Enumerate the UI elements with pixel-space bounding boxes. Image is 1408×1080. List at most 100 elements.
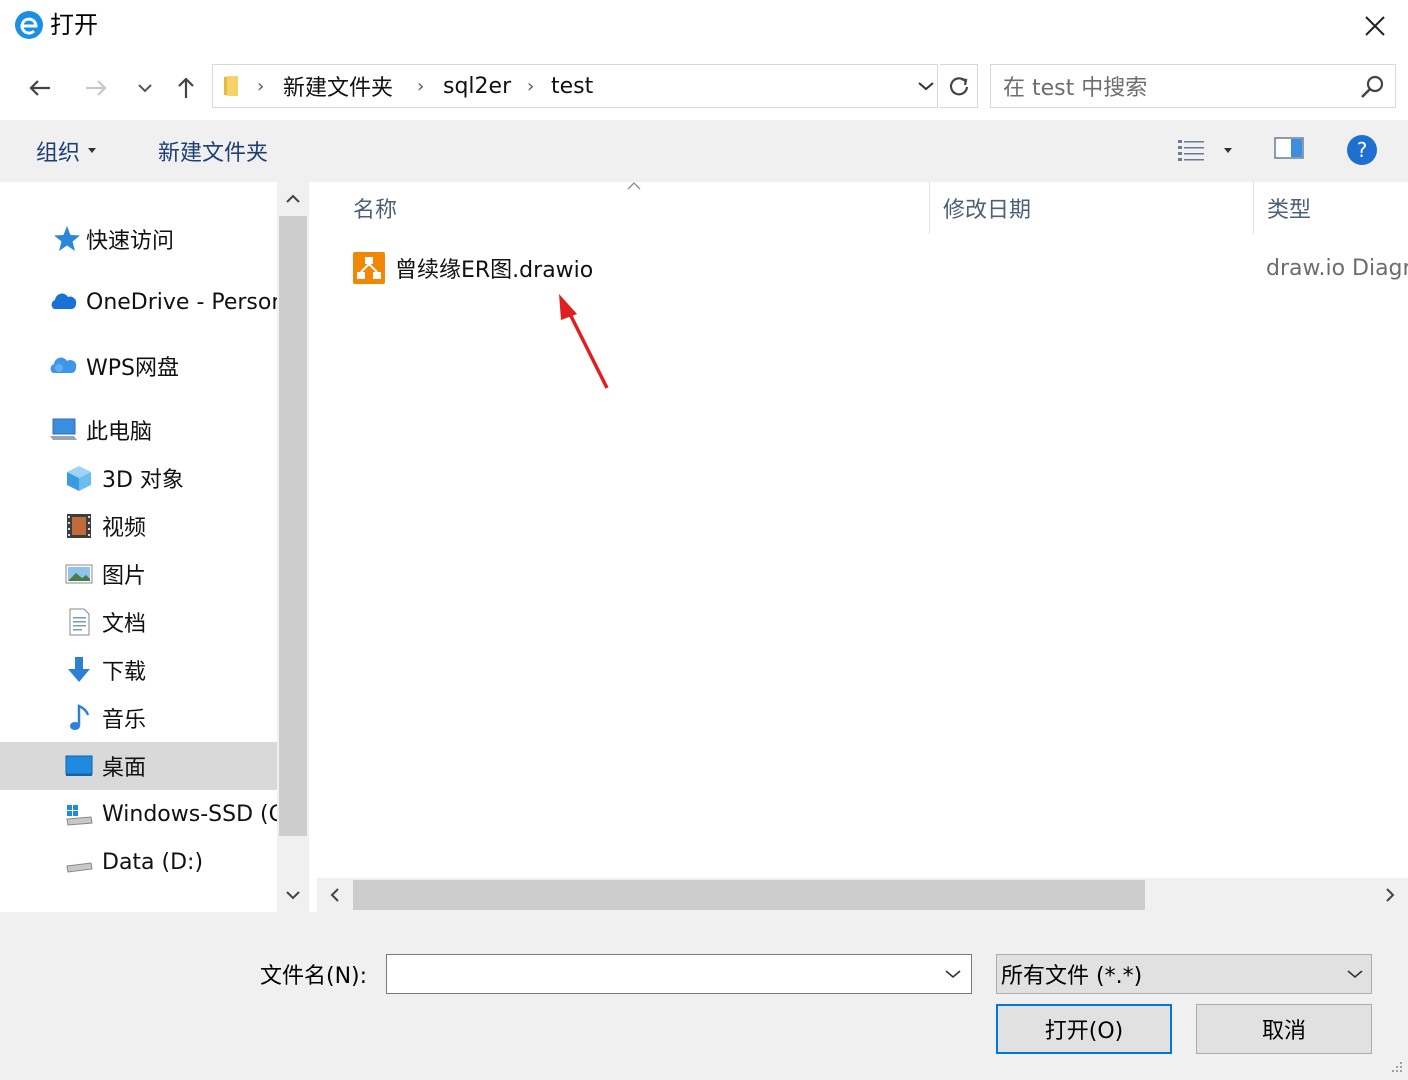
sort-ascending-icon (627, 182, 641, 190)
sidebar-item-drive-d[interactable]: Data (D:) (0, 838, 277, 886)
search-input[interactable]: 在 test 中搜索 (1003, 65, 1147, 107)
sidebar-item-this-pc[interactable]: 此电脑 (0, 406, 277, 454)
resize-grip-icon[interactable] (1388, 1060, 1404, 1076)
filename-input[interactable] (386, 954, 972, 994)
wps-cloud-icon (50, 357, 77, 373)
chevron-down-icon (1347, 970, 1363, 979)
navigation-pane: 快速访问 OneDrive - Personal WPS网盘 此电脑 (0, 182, 277, 912)
scrollbar-thumb[interactable] (279, 216, 307, 836)
breadcrumb-separator: › (527, 75, 535, 97)
file-type-select[interactable]: 所有文件 (*.*) (996, 954, 1372, 994)
forward-button[interactable] (78, 66, 114, 110)
downloads-icon (68, 657, 90, 682)
sidebar-item-label: 图片 (102, 564, 147, 589)
help-button[interactable]: ? (1346, 134, 1378, 166)
drive-c-icon (66, 805, 93, 826)
chevron-left-icon (330, 888, 339, 902)
organize-menu[interactable]: 组织 (36, 120, 97, 182)
documents-icon (69, 608, 90, 636)
sidebar-item-documents[interactable]: 文档 (0, 598, 277, 646)
sidebar-item-label: 下载 (102, 660, 147, 685)
column-header-name[interactable]: 名称 (353, 182, 397, 234)
sidebar-item-drive-c[interactable]: Windows-SSD (C:) (0, 790, 277, 838)
file-name: 曾续缘ER图.drawio (395, 258, 594, 283)
pane-splitter[interactable] (309, 182, 317, 912)
sidebar-item-label: 快速访问 (86, 229, 175, 254)
sidebar-item-label: 桌面 (102, 756, 147, 781)
breadcrumb-item[interactable]: sql2er (443, 65, 511, 107)
address-dropdown-button[interactable] (914, 64, 938, 108)
sidebar-item-label: 文档 (102, 612, 147, 637)
sidebar-item-label: Data (D:) (102, 849, 204, 875)
column-divider[interactable] (1253, 182, 1254, 234)
organize-label: 组织 (36, 141, 81, 166)
sidebar-item-3d-objects[interactable]: 3D 对象 (0, 454, 277, 502)
sidebar-item-videos[interactable]: 视频 (0, 502, 277, 550)
folder-icon (224, 76, 238, 96)
breadcrumb-item[interactable]: 新建文件夹 (283, 65, 393, 107)
file-row[interactable]: 曾续缘ER图.drawio draw.io Diagram (353, 246, 1408, 290)
chevron-down-icon (138, 84, 152, 93)
chevron-right-icon (1386, 888, 1395, 902)
scroll-right-button[interactable] (1372, 878, 1408, 912)
arrow-left-icon (29, 80, 50, 96)
up-button[interactable] (170, 66, 202, 110)
back-button[interactable] (22, 66, 58, 110)
chevron-down-icon (918, 82, 934, 91)
onedrive-cloud-icon (51, 293, 77, 309)
sidebar-item-label: Windows-SSD (C:) (102, 801, 277, 827)
sidebar-item-music[interactable]: 音乐 (0, 694, 277, 742)
file-type-filter: 所有文件 (*.*) (1001, 964, 1143, 989)
sidebar-item-wps[interactable]: WPS网盘 (0, 342, 277, 390)
sidebar-item-label: 3D 对象 (102, 468, 184, 493)
breadcrumb-separator: › (257, 75, 265, 97)
filename-label: 文件名(N): (260, 964, 368, 989)
computer-icon (50, 418, 77, 440)
annotation-arrow (559, 294, 609, 389)
sidebar-item-desktop[interactable]: 桌面 (0, 742, 277, 790)
arrow-up-icon (178, 77, 194, 98)
file-list-horizontal-scrollbar[interactable] (317, 878, 1408, 912)
sidebar-item-quick-access[interactable]: 快速访问 (0, 215, 277, 263)
refresh-icon (949, 77, 968, 96)
desktop-icon (65, 755, 93, 776)
address-bar[interactable]: › 新建文件夹 › sql2er › test (212, 64, 938, 108)
preview-pane-button[interactable] (1274, 136, 1306, 166)
scroll-up-button[interactable] (277, 182, 309, 216)
sidebar-item-label: 此电脑 (86, 420, 153, 445)
scroll-down-button[interactable] (277, 878, 309, 912)
open-button[interactable]: 打开(O) (996, 1004, 1172, 1054)
sidebar-item-downloads[interactable]: 下载 (0, 646, 277, 694)
sidebar-item-onedrive[interactable]: OneDrive - Personal (0, 278, 277, 326)
pictures-icon (65, 564, 93, 584)
breadcrumb-item[interactable]: test (551, 65, 593, 107)
chevron-down-icon (286, 891, 300, 900)
view-options-button[interactable] (1176, 134, 1240, 168)
drive-d-icon (66, 862, 93, 873)
new-folder-button[interactable]: 新建文件夹 (158, 120, 268, 182)
cancel-button[interactable]: 取消 (1196, 1004, 1372, 1054)
details-view-icon (1178, 140, 1204, 161)
file-list: 名称 修改日期 类型 曾续缘ER图.drawio draw.io Diagram (317, 182, 1408, 912)
preview-pane-icon (1274, 137, 1304, 159)
navigation-scrollbar[interactable] (277, 182, 309, 912)
quick-access-star-icon (54, 226, 80, 251)
chevron-down-icon (945, 970, 961, 979)
scroll-left-button[interactable] (317, 878, 353, 912)
close-button[interactable] (1352, 6, 1398, 46)
app-icon (15, 11, 43, 39)
sidebar-item-pictures[interactable]: 图片 (0, 550, 277, 598)
search-icon (1361, 75, 1384, 98)
caret-down-icon (88, 148, 97, 153)
music-icon (70, 704, 90, 730)
recent-locations-button[interactable] (134, 66, 156, 110)
column-header-modified[interactable]: 修改日期 (943, 182, 1031, 234)
search-box[interactable]: 在 test 中搜索 (990, 64, 1396, 108)
help-icon: ? (1347, 135, 1377, 165)
scrollbar-thumb[interactable] (353, 880, 1145, 910)
column-header-type[interactable]: 类型 (1267, 182, 1311, 234)
column-divider[interactable] (929, 182, 930, 234)
sidebar-item-label: WPS网盘 (86, 356, 179, 381)
file-type: draw.io Diagram (1266, 255, 1408, 281)
refresh-button[interactable] (940, 64, 978, 108)
